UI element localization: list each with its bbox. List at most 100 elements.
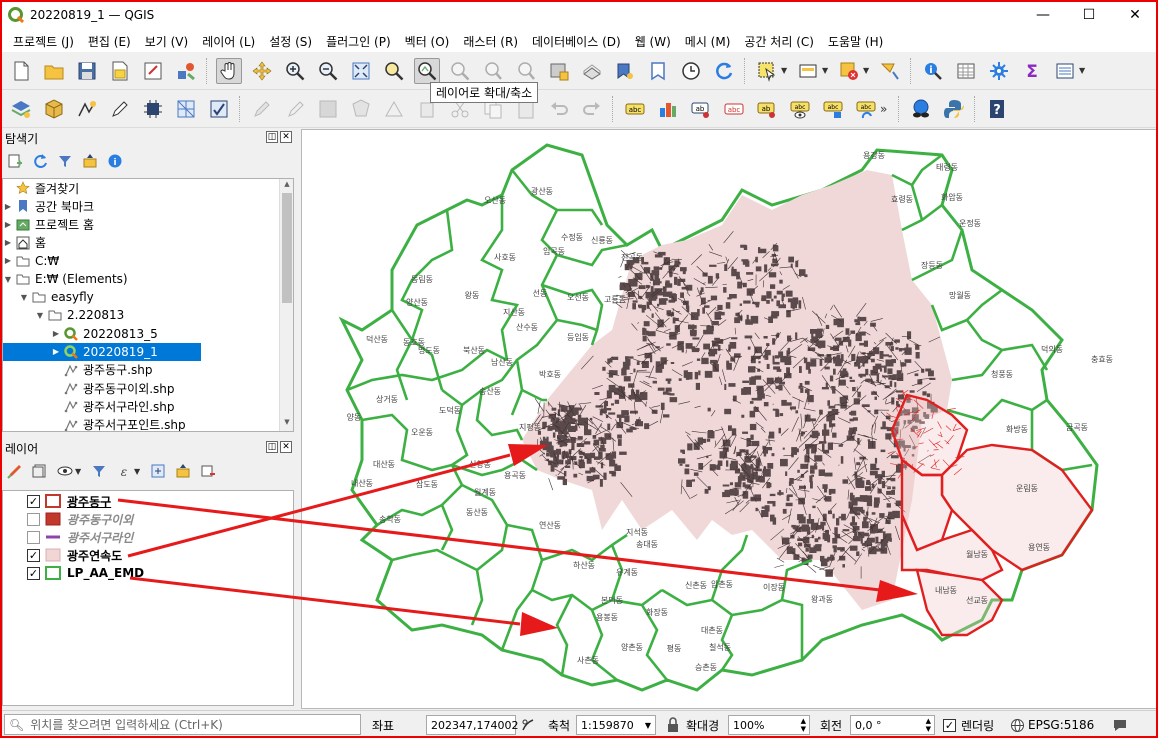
toggle-editing-icon[interactable] bbox=[282, 96, 308, 122]
remove-layer-icon[interactable] bbox=[199, 462, 217, 480]
properties-icon[interactable]: i bbox=[106, 152, 124, 170]
messages-icon[interactable] bbox=[1112, 715, 1128, 735]
menu-settings[interactable]: 설정 (S) bbox=[262, 33, 319, 50]
open-project-icon[interactable] bbox=[41, 58, 67, 84]
collapse-arrow-icon[interactable]: ▼ bbox=[3, 275, 13, 284]
expand-arrow-icon[interactable]: ▶ bbox=[3, 256, 13, 265]
layer-visibility-checkbox[interactable]: ✓ bbox=[27, 494, 40, 508]
move-label-icon[interactable]: ab bbox=[754, 96, 780, 122]
new-bookmark-icon[interactable] bbox=[612, 58, 638, 84]
select-by-value-icon[interactable] bbox=[795, 58, 821, 84]
tree-item-project-20220819-1[interactable]: ▶ 20220819_1 bbox=[3, 342, 201, 361]
identify-features-icon[interactable]: i bbox=[920, 58, 946, 84]
select-location-icon[interactable] bbox=[877, 58, 903, 84]
close-panel-icon[interactable]: ✕ bbox=[280, 441, 292, 453]
layer-visibility-checkbox[interactable]: ✓ bbox=[27, 566, 40, 580]
crs-button[interactable]: EPSG:5186 bbox=[1010, 715, 1094, 735]
expand-arrow-icon[interactable]: ▶ bbox=[3, 202, 13, 211]
menu-processing[interactable]: 공간 처리 (C) bbox=[737, 33, 821, 50]
show-bookmarks-icon[interactable] bbox=[645, 58, 671, 84]
layer-row-lp-aa-emd[interactable]: ✓ LP_AA_EMD bbox=[3, 564, 293, 582]
expand-arrow-icon[interactable]: ▶ bbox=[3, 238, 13, 247]
collapse-arrow-icon[interactable]: ▼ bbox=[19, 293, 29, 302]
open-styling-icon[interactable] bbox=[6, 462, 24, 480]
zoom-full-icon[interactable] bbox=[348, 58, 374, 84]
menu-help[interactable]: 도움말 (H) bbox=[821, 33, 890, 50]
scale-combobox[interactable]: 1:159870 ▼ bbox=[576, 715, 656, 735]
new-map-view-icon[interactable] bbox=[546, 58, 572, 84]
add-selected-layers-icon[interactable] bbox=[6, 152, 24, 170]
menu-web[interactable]: 웹 (W) bbox=[628, 33, 678, 50]
digitize-line-icon[interactable] bbox=[74, 96, 100, 122]
zoom-next-icon[interactable] bbox=[513, 58, 539, 84]
deselect-dropdown-icon[interactable]: ▼ bbox=[863, 66, 871, 75]
save-as-icon[interactable] bbox=[107, 58, 133, 84]
visibility-dropdown-icon[interactable]: ▼ bbox=[75, 467, 83, 476]
add-feature-icon[interactable] bbox=[348, 96, 374, 122]
pan-map-icon[interactable] bbox=[216, 57, 242, 84]
show-hide-labels-icon[interactable]: abc bbox=[787, 96, 813, 122]
expand-arrow-icon[interactable]: ▶ bbox=[51, 329, 61, 338]
zoom-to-selection-icon[interactable] bbox=[381, 58, 407, 84]
menu-raster[interactable]: 래스터 (R) bbox=[456, 33, 525, 50]
select-features-icon[interactable] bbox=[754, 58, 780, 84]
new-3d-map-icon[interactable] bbox=[579, 58, 605, 84]
data-source-manager-icon[interactable] bbox=[8, 96, 34, 122]
tree-item-folder-220813[interactable]: ▼ 2.220813 bbox=[3, 306, 293, 324]
menu-layer[interactable]: 레이어 (L) bbox=[195, 33, 262, 50]
redo-icon[interactable] bbox=[579, 96, 605, 122]
menu-view[interactable]: 보기 (V) bbox=[138, 33, 195, 50]
tree-item-drive-e[interactable]: ▼ E:₩ (Elements) bbox=[3, 270, 293, 288]
layer-visibility-checkbox[interactable] bbox=[27, 512, 40, 526]
magnifier-spinbox[interactable]: 100% ▲ ▼ bbox=[728, 715, 810, 735]
zoom-native-icon[interactable] bbox=[447, 58, 473, 84]
save-project-icon[interactable] bbox=[74, 58, 100, 84]
temporal-controller-icon[interactable] bbox=[678, 58, 704, 84]
zoom-to-layer-icon[interactable] bbox=[414, 57, 440, 84]
map-canvas[interactable]: 용강동 태령동 화암동 효령동 운정동 광산동 오산동 수정동 신룡동 진곡동 장등동 사호동 임곡동 동… bbox=[301, 129, 1158, 709]
more-tools-icon[interactable]: » bbox=[880, 102, 892, 116]
tree-item-shp-donggu[interactable]: 광주동구.shp bbox=[3, 361, 293, 379]
rotation-spinbox[interactable]: 0,0 ° ▲ ▼ bbox=[850, 715, 935, 735]
collapse-all-icon[interactable] bbox=[81, 152, 99, 170]
zoom-last-icon[interactable] bbox=[480, 58, 506, 84]
tree-item-home[interactable]: ▶ 홈 bbox=[3, 234, 293, 252]
help-icon[interactable]: ? bbox=[984, 96, 1010, 122]
plugin-globe-icon[interactable] bbox=[908, 96, 934, 122]
menu-edit[interactable]: 편집 (E) bbox=[81, 33, 138, 50]
change-label-icon[interactable]: abc bbox=[853, 96, 879, 122]
filter-expression-icon[interactable]: ε bbox=[115, 462, 133, 480]
tree-item-project-20220813-5[interactable]: ▶ 20220813_5 bbox=[3, 325, 293, 343]
scroll-up-icon[interactable]: ▲ bbox=[280, 180, 293, 192]
style-manager-icon[interactable] bbox=[173, 58, 199, 84]
manage-visibility-icon[interactable] bbox=[56, 462, 74, 480]
maximize-button[interactable]: ☐ bbox=[1066, 0, 1112, 30]
menu-mesh[interactable]: 메시 (M) bbox=[678, 33, 738, 50]
add-vector-layer-icon[interactable] bbox=[41, 96, 67, 122]
select-value-dropdown-icon[interactable]: ▼ bbox=[822, 66, 830, 75]
select-dropdown-icon[interactable]: ▼ bbox=[781, 66, 789, 75]
python-console-icon[interactable] bbox=[941, 96, 967, 122]
scroll-down-icon[interactable]: ▼ bbox=[280, 418, 293, 430]
menu-database[interactable]: 데이터베이스 (D) bbox=[525, 33, 628, 50]
scroll-thumb[interactable] bbox=[282, 193, 292, 303]
rotate-label-icon[interactable]: abc bbox=[820, 96, 846, 122]
expand-arrow-icon[interactable]: ▶ bbox=[3, 220, 13, 229]
refresh-browser-icon[interactable] bbox=[31, 152, 49, 170]
undo-icon[interactable] bbox=[546, 96, 572, 122]
close-panel-icon[interactable]: ✕ bbox=[280, 131, 292, 143]
layer-visibility-checkbox[interactable]: ✓ bbox=[27, 548, 40, 562]
refresh-icon[interactable] bbox=[711, 58, 737, 84]
attribute-table-icon[interactable] bbox=[953, 58, 979, 84]
layer-row-seogu-line[interactable]: 광주서구라인 bbox=[3, 528, 293, 546]
expand-arrow-icon[interactable]: ▶ bbox=[51, 347, 61, 356]
toggle-extents-icon[interactable] bbox=[520, 715, 536, 735]
mesh-layer-icon[interactable] bbox=[173, 96, 199, 122]
coordinate-field[interactable]: 202347,174002 bbox=[426, 715, 518, 735]
measure-icon[interactable] bbox=[1052, 58, 1078, 84]
layer-row-continuous-map[interactable]: ✓ 광주연속도 bbox=[3, 546, 293, 564]
menu-plugins[interactable]: 플러그인 (P) bbox=[319, 33, 398, 50]
tree-item-shp-donggu-others[interactable]: 광주동구이외.shp bbox=[3, 379, 293, 397]
locator-input[interactable]: 🔍︎ 위치를 찾으려면 입력하세요 (Ctrl+K) bbox=[4, 714, 361, 735]
new-project-icon[interactable] bbox=[8, 58, 34, 84]
